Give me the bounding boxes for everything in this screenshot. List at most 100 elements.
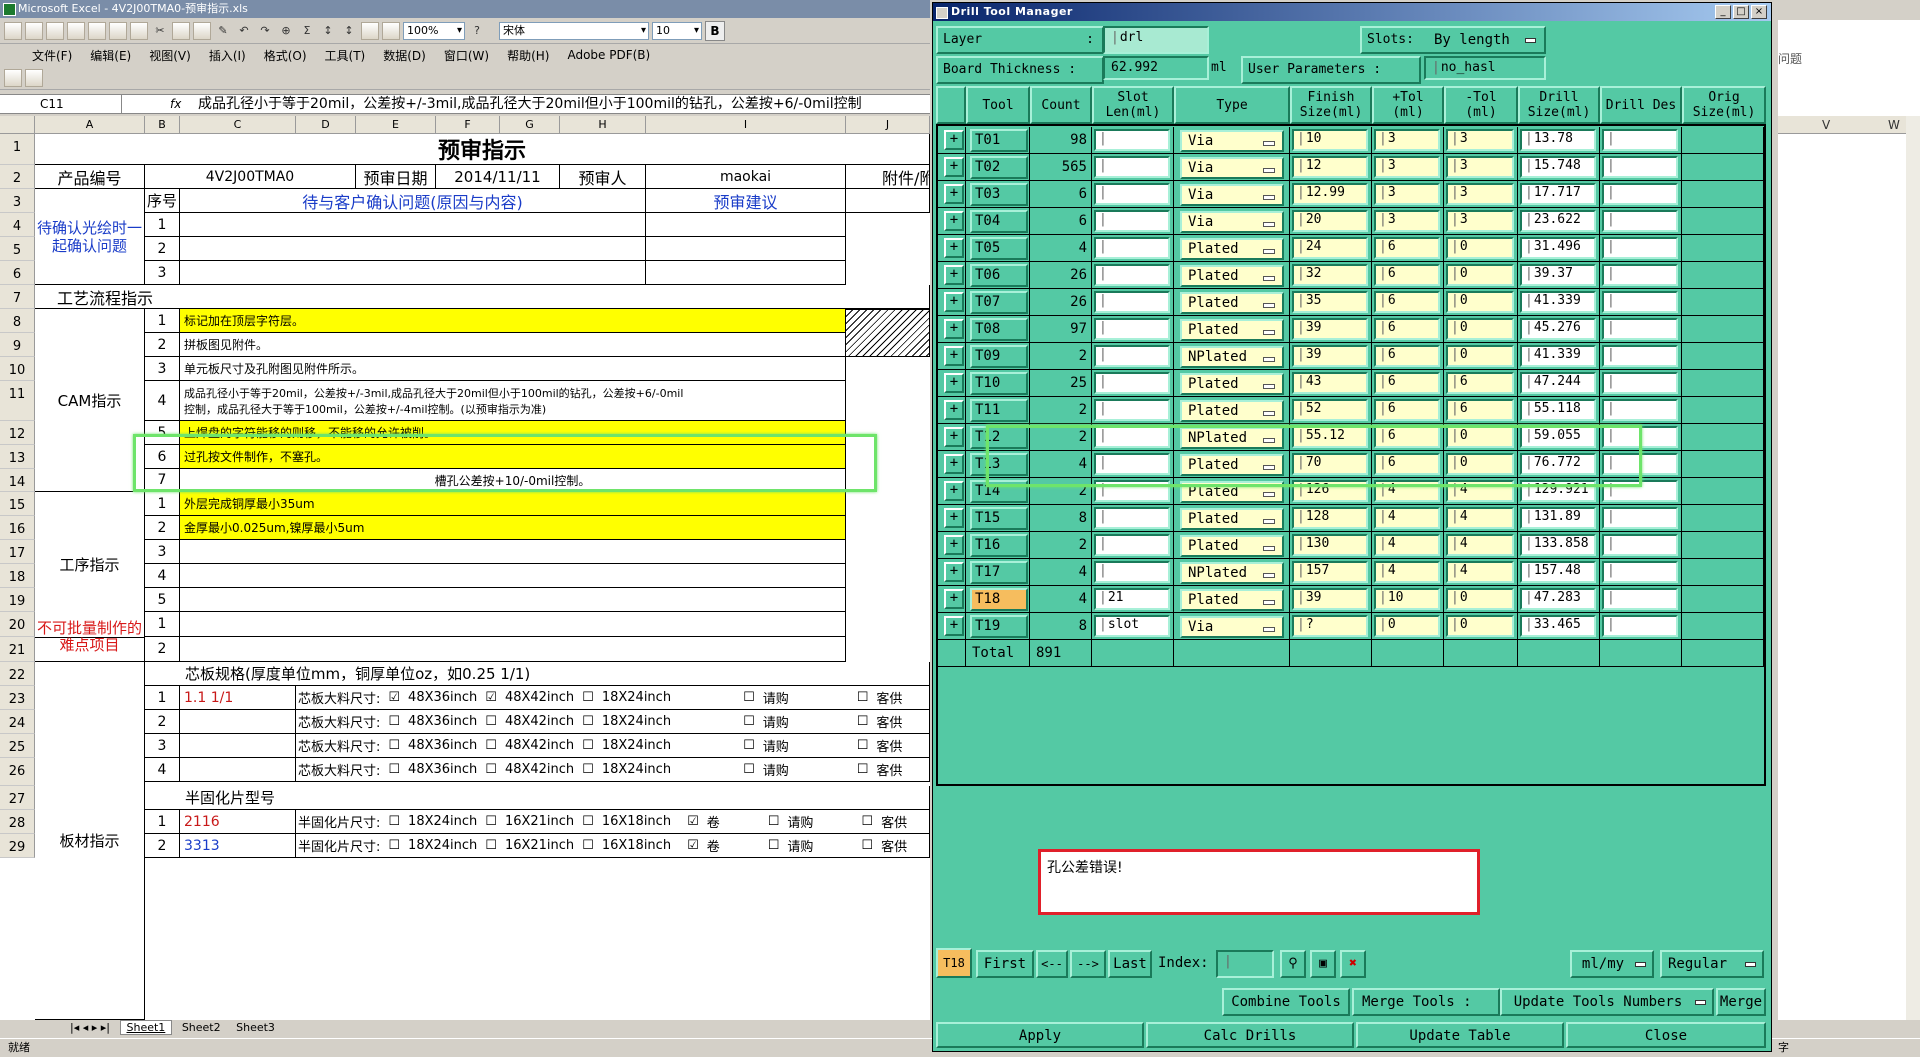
checkbox[interactable]: ☐ <box>861 838 873 853</box>
menu-data[interactable]: 数据(D) <box>383 47 426 64</box>
spreadsheet-grid[interactable]: A B C D E F G H I J 1 2 3 4 5 6 7 8 9 10 11 12 13 14 1… <box>0 116 930 1020</box>
tool-button[interactable]: T04 <box>970 210 1028 233</box>
row-header[interactable]: 2 <box>0 165 35 189</box>
row-header[interactable]: 9 <box>0 333 35 357</box>
drill-size-input[interactable]: 41.339 <box>1520 291 1596 313</box>
row-header[interactable]: 10 <box>0 357 35 381</box>
slots-dropdown[interactable]: By length <box>1430 28 1542 52</box>
expand-plus-icon[interactable]: + <box>944 508 964 528</box>
tool-button[interactable]: T15 <box>970 507 1028 530</box>
drill-des-input[interactable] <box>1602 210 1678 232</box>
row-header[interactable]: 8 <box>0 309 35 333</box>
row-header[interactable]: 25 <box>0 734 35 758</box>
question-box[interactable]: 问题 <box>1778 50 1802 67</box>
type-dropdown[interactable]: Plated <box>1180 238 1284 260</box>
menu-format[interactable]: 格式(O) <box>264 47 307 64</box>
checkbox[interactable]: ☐ <box>743 690 755 705</box>
drill-des-input[interactable] <box>1602 129 1678 151</box>
col-header[interactable]: I <box>646 116 846 134</box>
cut-icon[interactable]: ✂ <box>151 22 169 40</box>
menu-help[interactable]: 帮助(H) <box>507 47 549 64</box>
core-value[interactable] <box>180 758 296 782</box>
drill-des-input[interactable] <box>1602 183 1678 205</box>
cell-c21[interactable] <box>180 637 846 662</box>
drill-size-input[interactable]: 23.622 <box>1520 210 1596 232</box>
finish-size-input[interactable]: 10 <box>1292 129 1368 151</box>
update-table-button[interactable]: Update Table <box>1356 1022 1564 1048</box>
row-header[interactable]: 14 <box>0 469 35 492</box>
core-value[interactable] <box>180 710 296 734</box>
checkbox[interactable]: ☐ <box>582 714 594 729</box>
row-header[interactable]: 3 <box>0 189 35 213</box>
checkbox[interactable]: ☐ <box>768 838 780 853</box>
plus-tol-input[interactable]: 6 <box>1374 291 1440 313</box>
drill-des-input[interactable] <box>1602 291 1678 313</box>
slot-length-input[interactable] <box>1094 210 1170 232</box>
autosum-icon[interactable]: Σ <box>298 22 316 40</box>
checkbox[interactable]: ☐ <box>485 838 497 853</box>
format-painter-icon[interactable]: ✎ <box>214 22 232 40</box>
col-header[interactable]: B <box>145 116 180 134</box>
hyperlink-icon[interactable]: ⊕ <box>277 22 295 40</box>
tool-button[interactable]: T19 <box>970 615 1028 638</box>
checkbox[interactable]: ☐ <box>743 762 755 777</box>
minus-tol-input[interactable]: 4 <box>1446 507 1514 529</box>
drill-size-input[interactable]: 47.244 <box>1520 372 1596 394</box>
expand-plus-icon[interactable]: + <box>944 373 964 393</box>
chart-icon[interactable] <box>361 21 379 40</box>
finish-size-input[interactable]: 157 <box>1292 561 1368 583</box>
row-header[interactable]: 19 <box>0 588 35 612</box>
close-button[interactable]: Close <box>1566 1022 1766 1048</box>
minus-tol-input[interactable]: 3 <box>1446 156 1514 178</box>
minus-tol-input[interactable]: 0 <box>1446 318 1514 340</box>
drill-des-input[interactable] <box>1602 399 1678 421</box>
slot-length-input[interactable] <box>1094 507 1170 529</box>
expand-plus-icon[interactable]: + <box>944 292 964 312</box>
drill-des-input[interactable] <box>1602 345 1678 367</box>
type-dropdown[interactable]: Plated <box>1180 265 1284 287</box>
drill-des-input[interactable] <box>1602 264 1678 286</box>
minus-tol-input[interactable]: 3 <box>1446 129 1514 151</box>
print-preview-icon[interactable] <box>109 21 127 40</box>
row-header[interactable]: 23 <box>0 686 35 710</box>
finish-size-input[interactable]: 39 <box>1292 588 1368 610</box>
drill-des-input[interactable] <box>1602 588 1678 610</box>
menu-edit[interactable]: 编辑(E) <box>90 47 131 64</box>
tool-button[interactable]: T03 <box>970 183 1028 206</box>
font-size-select[interactable]: 10 <box>652 21 702 40</box>
expand-plus-icon[interactable]: + <box>944 319 964 339</box>
minus-tol-input[interactable]: 0 <box>1446 615 1514 637</box>
expand-plus-icon[interactable]: + <box>944 238 964 258</box>
plus-tol-input[interactable]: 3 <box>1374 183 1440 205</box>
expand-plus-icon[interactable]: + <box>944 589 964 609</box>
cam-item-4[interactable]: 成品孔径小于等于20mil，公差按+/-3mil,成品孔径大于20mil但小于1… <box>180 381 846 421</box>
slot-length-input[interactable] <box>1094 183 1170 205</box>
drill-size-input[interactable]: 55.118 <box>1520 399 1596 421</box>
expand-plus-icon[interactable]: + <box>944 265 964 285</box>
row-header[interactable]: 28 <box>0 810 35 834</box>
drill-des-input[interactable] <box>1602 615 1678 637</box>
vertical-scrollbar[interactable] <box>1906 116 1920 1020</box>
expand-plus-icon[interactable]: + <box>944 130 964 150</box>
row-header[interactable]: 7 <box>0 285 35 309</box>
minus-tol-input[interactable]: 4 <box>1446 561 1514 583</box>
minimize-icon[interactable]: _ <box>1715 5 1731 19</box>
type-dropdown[interactable]: Plated <box>1180 589 1284 611</box>
col-header[interactable]: G <box>500 116 560 134</box>
row-header[interactable]: 13 <box>0 445 35 469</box>
minus-tol-input[interactable]: 0 <box>1446 237 1514 259</box>
cell-i4[interactable] <box>646 213 846 237</box>
process-item-1[interactable]: 外层完成铜厚最小35um <box>180 492 846 516</box>
menu-file[interactable]: 文件(F) <box>32 47 72 64</box>
cell-c5[interactable] <box>180 237 646 261</box>
finish-size-input[interactable]: 12.99 <box>1292 183 1368 205</box>
type-dropdown[interactable]: Via <box>1180 616 1284 638</box>
prev-button[interactable]: <-- <box>1036 950 1068 978</box>
slot-length-input[interactable] <box>1094 534 1170 556</box>
menu-window[interactable]: 窗口(W) <box>444 47 489 64</box>
select-all-corner[interactable] <box>0 116 35 134</box>
col-header[interactable]: J <box>846 116 930 134</box>
cell-c4[interactable] <box>180 213 646 237</box>
nav-first-sheet[interactable]: |◂ ◂ ▸ ▸| <box>70 1021 110 1034</box>
sort-desc-icon[interactable]: ↕ <box>340 22 358 40</box>
